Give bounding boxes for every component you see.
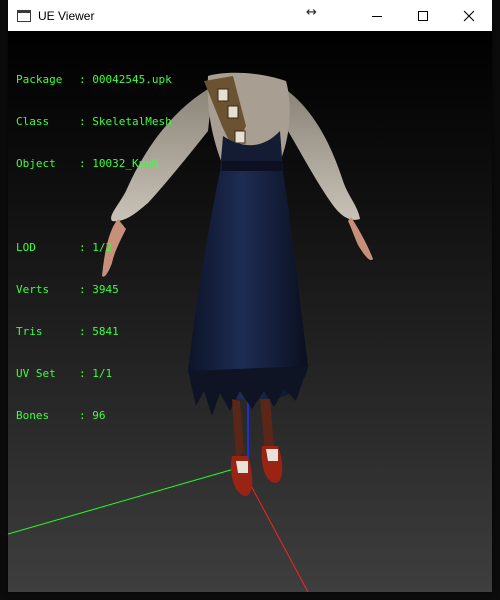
tris-row: Tris: 5841 [16, 325, 119, 338]
window-title: UE Viewer [38, 8, 95, 23]
mesh-info-panel: Package: 00042545.upk Class: SkeletalMes… [16, 45, 172, 451]
object-label: Object [16, 157, 56, 170]
object-row: Object: 10032_KunN [16, 157, 159, 170]
package-value: 00042545.upk [92, 73, 172, 86]
tris-value: 5841 [92, 325, 119, 338]
ue-viewer-window: UE Viewer ↔ Package: 00042545.upk Class… [8, 0, 492, 592]
3d-viewport[interactable]: Package: 00042545.upk Class: SkeletalMes… [8, 31, 492, 592]
maximize-button[interactable] [400, 0, 446, 31]
close-icon [463, 10, 475, 21]
close-button[interactable] [446, 0, 492, 31]
lod-value: 1/2 [92, 241, 113, 254]
minimize-icon [372, 15, 382, 17]
verts-value: 3945 [92, 283, 119, 296]
package-label: Package [16, 73, 63, 86]
title-bar[interactable]: UE Viewer ↔ [8, 0, 492, 31]
bones-label: Bones [16, 409, 50, 422]
bones-value: 96 [92, 409, 106, 422]
class-label: Class [16, 115, 50, 128]
resize-cursor-icon: ↔ [306, 5, 317, 20]
tris-label: Tris [16, 325, 43, 338]
class-row: Class: SkeletalMesh [16, 115, 172, 128]
axis-y-line [8, 466, 242, 535]
bones-row: Bones: 96 [16, 409, 106, 422]
verts-label: Verts [16, 283, 50, 296]
app-window-icon [17, 9, 31, 22]
uvset-value: 1/1 [92, 367, 113, 380]
maximize-icon [418, 10, 428, 21]
lod-label: LOD [16, 241, 36, 254]
minimize-button[interactable] [354, 0, 400, 31]
object-value: 10032_KunN [92, 157, 159, 170]
lod-row: LOD: 1/2 [16, 241, 113, 254]
class-value: SkeletalMesh [92, 115, 172, 128]
package-row: Package: 00042545.upk [16, 73, 172, 86]
uvset-row: UV Set: 1/1 [16, 367, 113, 380]
uvset-label: UV Set [16, 367, 56, 380]
verts-row: Verts: 3945 [16, 283, 119, 296]
